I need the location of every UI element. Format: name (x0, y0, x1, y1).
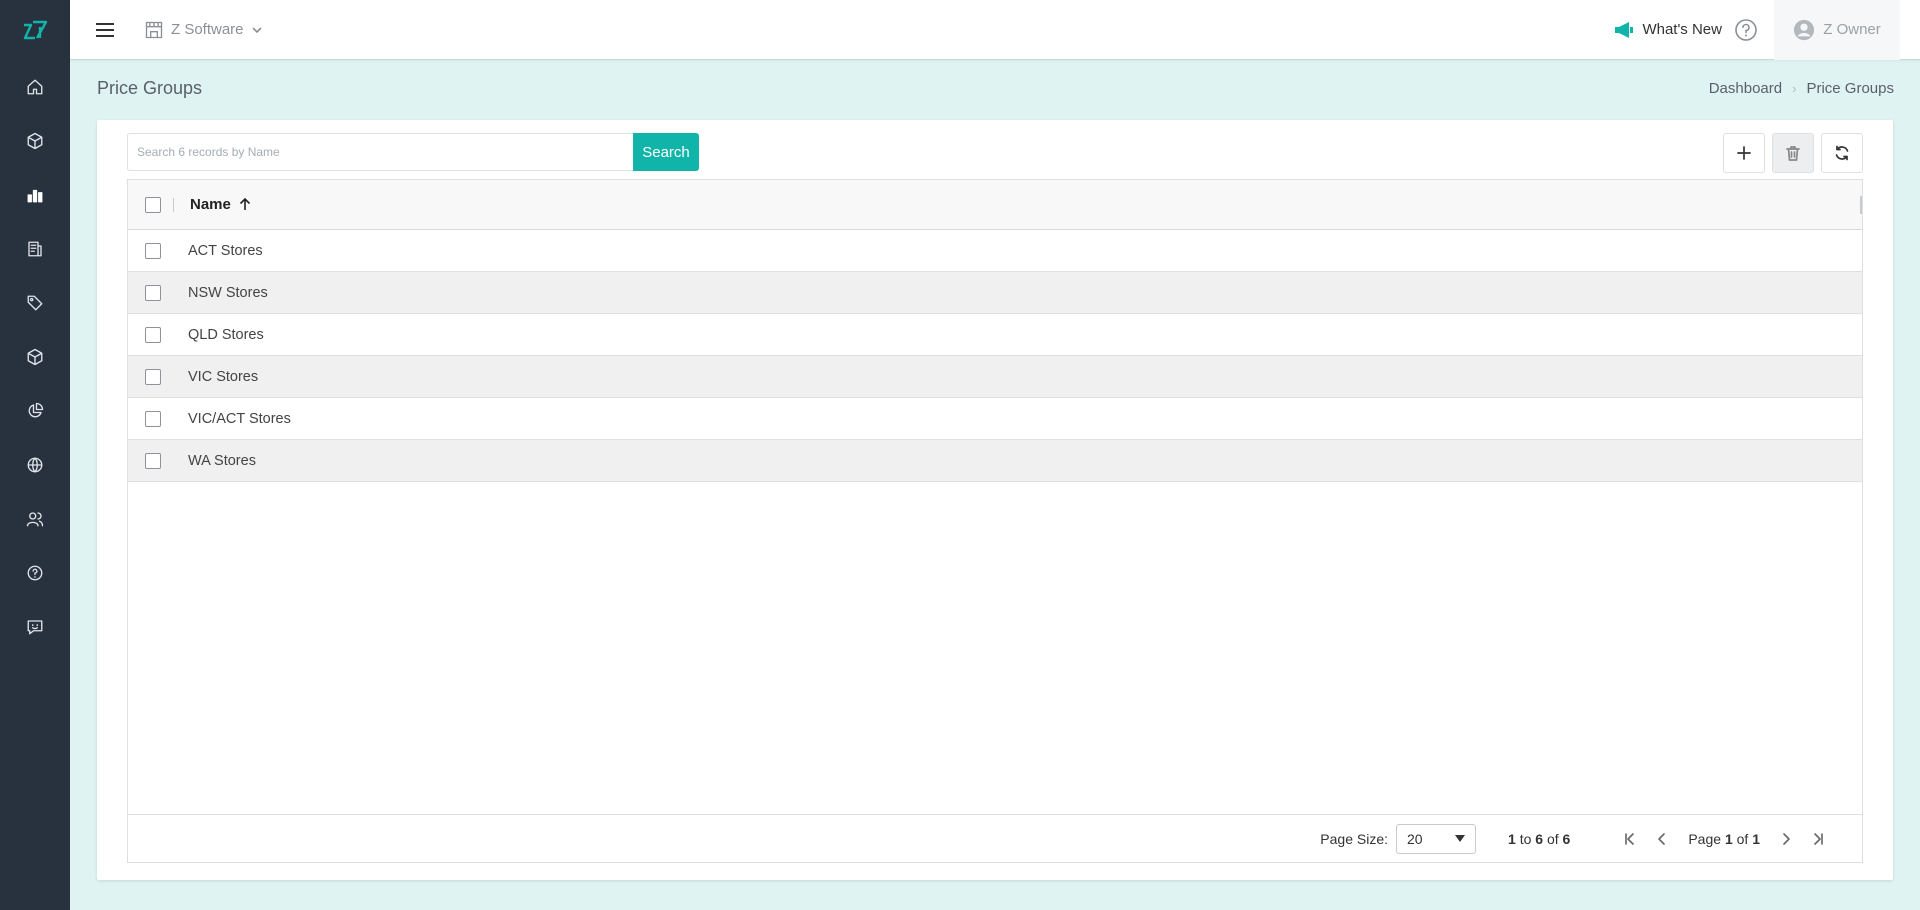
globe-icon (27, 457, 43, 473)
company-name: Z Software (171, 21, 244, 38)
next-page-button[interactable] (1777, 830, 1795, 848)
trash-icon (1786, 146, 1800, 161)
row-name-cell: NSW Stores (188, 284, 268, 301)
last-page-icon (1814, 832, 1823, 845)
sidebar-item-pricing[interactable] (0, 276, 70, 330)
page-title: Price Groups (97, 78, 203, 98)
menu-toggle-button[interactable] (70, 0, 140, 60)
whats-new-button[interactable]: What's New (1614, 21, 1722, 39)
sidebar-item-inventory[interactable] (0, 330, 70, 384)
report-icon (28, 241, 42, 257)
help-icon[interactable] (1734, 18, 1758, 42)
table-row[interactable]: VIC Stores (128, 356, 1862, 398)
breadcrumb-dashboard-link[interactable]: Dashboard (1709, 80, 1782, 97)
bar-chart-icon (27, 189, 43, 203)
z-logo-icon[interactable] (0, 0, 70, 60)
company-selector[interactable]: Z Software (144, 20, 263, 40)
first-page-icon (1625, 832, 1635, 845)
sidebar-item-users[interactable] (0, 492, 70, 546)
caret-down-icon (1455, 835, 1466, 842)
refresh-icon (1835, 145, 1849, 161)
record-range: 1 to 6 of 6 (1508, 830, 1571, 847)
tag-icon (27, 295, 43, 311)
breadcrumb-separator-icon: › (1792, 81, 1797, 96)
help-circle-icon (27, 565, 43, 581)
user-menu[interactable]: Z Owner (1774, 0, 1900, 60)
row-name-cell: ACT Stores (188, 242, 263, 259)
box-icon (27, 132, 43, 150)
search-button[interactable]: Search (633, 133, 699, 171)
last-page-button[interactable] (1809, 830, 1827, 848)
plus-icon (1737, 146, 1751, 160)
users-icon (26, 512, 44, 527)
sidebar-item-web[interactable] (0, 438, 70, 492)
page-size-value: 20 (1407, 830, 1423, 847)
header-divider (173, 197, 174, 212)
search-input[interactable] (127, 133, 633, 171)
pagination-bar: Page Size: 20 1 to 6 of 6 Page 1 of 1 (128, 814, 1862, 862)
store-icon (145, 21, 163, 38)
pie-chart-icon (28, 402, 44, 418)
breadcrumb-current: Price Groups (1806, 80, 1894, 97)
row-checkbox[interactable] (145, 410, 161, 427)
whats-new-label: What's New (1642, 21, 1722, 38)
chevron-left-icon (1658, 832, 1666, 845)
previous-page-button[interactable] (1653, 830, 1671, 848)
home-icon (27, 79, 43, 95)
refresh-button[interactable] (1821, 133, 1863, 173)
grid-header: Name (128, 180, 1862, 230)
sidebar-item-products[interactable] (0, 114, 70, 168)
megaphone-icon (1615, 21, 1634, 38)
package-icon (27, 348, 43, 366)
sidebar-item-documents[interactable] (0, 222, 70, 276)
row-name-cell: VIC Stores (188, 368, 259, 385)
row-name-cell: VIC/ACT Stores (188, 410, 291, 427)
chevron-right-icon (1783, 832, 1790, 845)
row-checkbox[interactable] (145, 284, 161, 301)
page-size-select[interactable]: 20 (1396, 823, 1477, 854)
price-groups-grid: Name ACT Stores NSW Stores QLD Stores VI… (127, 179, 1863, 863)
table-row[interactable]: WA Stores (128, 440, 1862, 482)
table-row[interactable]: NSW Stores (128, 272, 1862, 314)
column-resize-handle[interactable] (1860, 196, 1862, 214)
delete-button[interactable] (1772, 133, 1814, 173)
column-header-name[interactable]: Name (190, 196, 251, 213)
chevron-down-icon (251, 26, 262, 33)
row-checkbox[interactable] (145, 242, 161, 259)
user-name: Z Owner (1823, 21, 1881, 38)
search-bar: Search (127, 133, 699, 171)
feedback-icon (27, 620, 43, 635)
row-name-cell: QLD Stores (188, 326, 264, 343)
sidebar-item-analytics[interactable] (0, 384, 70, 438)
first-page-button[interactable] (1621, 830, 1639, 848)
sidebar-item-reports[interactable] (0, 168, 70, 222)
table-row[interactable]: ACT Stores (128, 230, 1862, 272)
content-card: Search Name ACT Stores NSW Stor (97, 120, 1893, 880)
sidebar-item-home[interactable] (0, 60, 70, 114)
user-avatar-icon (1794, 19, 1815, 40)
sidebar-item-feedback[interactable] (0, 600, 70, 654)
column-name-label: Name (190, 196, 231, 213)
page-indicator: Page 1 of 1 (1688, 830, 1760, 847)
row-checkbox[interactable] (145, 452, 161, 469)
select-all-checkbox[interactable] (145, 196, 161, 213)
sort-ascending-icon (239, 198, 250, 210)
breadcrumb: Dashboard › Price Groups (1709, 80, 1894, 97)
sidebar-item-help[interactable] (0, 546, 70, 600)
sidebar (0, 0, 70, 910)
table-row[interactable]: VIC/ACT Stores (128, 398, 1862, 440)
add-button[interactable] (1723, 133, 1765, 173)
top-header: Z Software What's New Z Owner (70, 0, 1920, 60)
toolbar (1723, 133, 1863, 173)
table-row[interactable]: QLD Stores (128, 314, 1862, 356)
row-checkbox[interactable] (145, 368, 161, 385)
hamburger-icon (96, 22, 114, 37)
row-name-cell: WA Stores (188, 452, 256, 469)
row-checkbox[interactable] (145, 326, 161, 343)
page-size-label: Page Size: (1320, 830, 1389, 847)
